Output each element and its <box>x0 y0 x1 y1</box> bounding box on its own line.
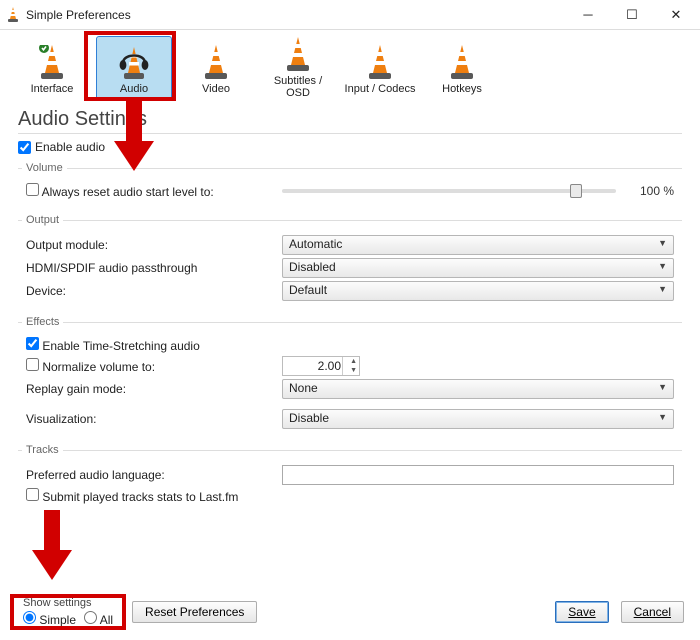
tracks-group: Tracks Preferred audio language: Submit … <box>18 444 682 511</box>
cone-headphones-icon <box>115 41 153 81</box>
show-settings-simple-radio[interactable]: Simple <box>23 611 76 627</box>
pref-lang-input[interactable] <box>282 465 674 485</box>
enable-audio-checkbox[interactable]: Enable audio <box>18 140 105 154</box>
pref-lang-label: Preferred audio language: <box>26 468 274 482</box>
volume-slider[interactable] <box>282 189 616 193</box>
cone-icon <box>201 41 231 81</box>
output-module-label: Output module: <box>26 238 274 252</box>
app-icon <box>6 7 20 23</box>
window-controls: ─ ☐ ✕ <box>566 1 698 29</box>
minimize-button[interactable]: ─ <box>566 1 610 29</box>
annotation-arrow-down-icon <box>110 101 158 173</box>
passthrough-select[interactable]: Disabled <box>282 258 674 278</box>
settings-content: Audio Settings Enable audio Volume Alway… <box>0 100 700 511</box>
close-button[interactable]: ✕ <box>654 1 698 29</box>
cone-icon <box>447 41 477 81</box>
replay-gain-select[interactable]: None <box>282 379 674 399</box>
visualization-select[interactable]: Disable <box>282 409 674 429</box>
device-select[interactable]: Default <box>282 281 674 301</box>
replay-gain-label: Replay gain mode: <box>26 382 274 396</box>
footer: Show settings Simple All Reset Preferenc… <box>0 588 700 640</box>
tab-hotkeys[interactable]: Hotkeys <box>424 36 500 100</box>
device-label: Device: <box>26 284 274 298</box>
volume-percent: 100 % <box>626 184 674 198</box>
reset-preferences-button[interactable]: Reset Preferences <box>132 601 257 623</box>
window-title: Simple Preferences <box>26 8 131 22</box>
lastfm-checkbox[interactable]: Submit played tracks stats to Last.fm <box>26 488 238 504</box>
tab-subtitles[interactable]: Subtitles / OSD <box>260 36 336 100</box>
cone-icon <box>37 41 67 81</box>
tab-input-codecs[interactable]: Input / Codecs <box>342 36 418 100</box>
output-group: Output Output module: Automatic HDMI/SPD… <box>18 214 682 308</box>
effects-group: Effects Enable Time-Stretching audio Nor… <box>18 316 682 436</box>
category-tabs: Interface Audio Video Subtitles / OSD In… <box>0 30 700 100</box>
reset-level-checkbox[interactable]: Always reset audio start level to: <box>26 183 274 199</box>
show-settings-panel: Show settings Simple All <box>16 594 120 630</box>
visualization-label: Visualization: <box>26 412 274 426</box>
output-module-select[interactable]: Automatic <box>282 235 674 255</box>
title-bar: Simple Preferences ─ ☐ ✕ <box>0 0 700 30</box>
cone-icon <box>283 37 313 73</box>
cancel-button[interactable]: Cancel <box>621 601 684 623</box>
save-button[interactable]: Save <box>555 601 608 623</box>
maximize-button[interactable]: ☐ <box>610 1 654 29</box>
show-settings-all-radio[interactable]: All <box>84 611 113 627</box>
cone-icon <box>365 41 395 81</box>
normalize-checkbox[interactable]: Normalize volume to: <box>26 358 274 374</box>
tab-interface[interactable]: Interface <box>14 36 90 100</box>
tab-audio[interactable]: Audio <box>96 36 172 100</box>
annotation-arrow-down-icon <box>28 510 76 582</box>
tab-video[interactable]: Video <box>178 36 254 100</box>
passthrough-label: HDMI/SPDIF audio passthrough <box>26 261 274 275</box>
normalize-value-spinner[interactable]: 2.00▲▼ <box>282 356 360 376</box>
timestretch-checkbox[interactable]: Enable Time-Stretching audio <box>26 337 274 353</box>
